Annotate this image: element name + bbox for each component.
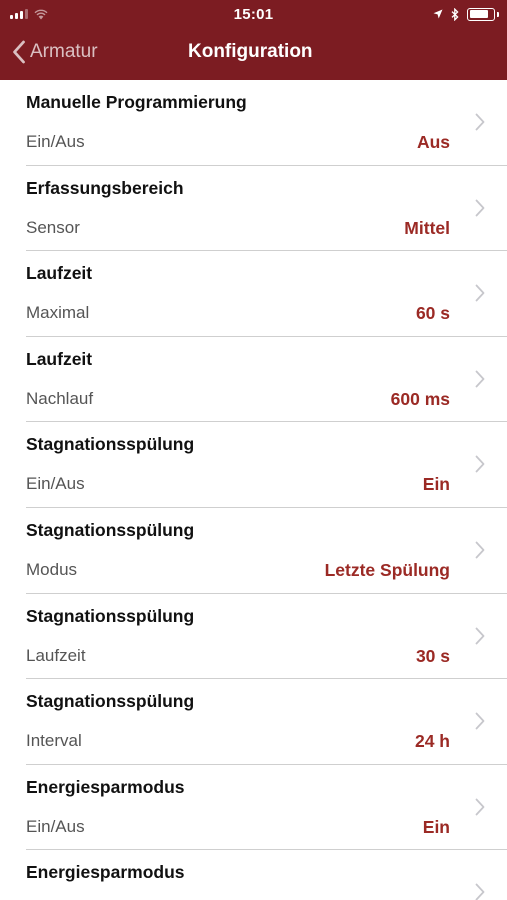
battery-icon bbox=[467, 7, 499, 21]
setting-title: Laufzeit bbox=[26, 348, 93, 369]
page-title: Konfiguration bbox=[188, 41, 313, 62]
chevron-right-icon bbox=[475, 712, 485, 730]
setting-value: Mittel bbox=[404, 217, 450, 238]
setting-label: Laufzeit bbox=[26, 645, 86, 665]
status-right bbox=[433, 7, 499, 21]
settings-row[interactable]: Stagnationsspülung Laufzeit 30 s bbox=[26, 594, 507, 680]
setting-value: Ein bbox=[422, 816, 450, 837]
setting-label: Ein/Aus bbox=[26, 816, 85, 836]
setting-title: Stagnationsspülung bbox=[26, 605, 195, 626]
setting-title: Erfassungsbereich bbox=[26, 177, 184, 198]
setting-label: Ein/Aus bbox=[26, 132, 85, 151]
setting-label: Modus bbox=[26, 559, 78, 579]
setting-title: Stagnationsspülung bbox=[26, 519, 195, 540]
bluetooth-icon bbox=[451, 7, 459, 21]
setting-value: Aus bbox=[416, 132, 450, 152]
status-bar: 15:01 bbox=[0, 0, 507, 30]
settings-list: Manuelle Programmierung Ein/Aus Aus Erfassu… bbox=[0, 80, 507, 900]
setting-value: 24 h bbox=[414, 731, 450, 752]
settings-row[interactable]: Energiesparmodus Ein/Aus Ein bbox=[26, 765, 507, 851]
chevron-right-icon bbox=[475, 455, 485, 473]
settings-row[interactable]: Erfassungsbereich Sensor Mittel bbox=[26, 166, 507, 252]
settings-row[interactable]: Stagnationsspülung Ein/Aus Ein bbox=[26, 422, 507, 508]
setting-value: Ein bbox=[422, 474, 450, 495]
chevron-right-icon bbox=[475, 199, 485, 216]
chevron-right-icon bbox=[475, 798, 485, 816]
status-time: 15:01 bbox=[233, 6, 274, 23]
setting-label: Sensor bbox=[26, 217, 80, 237]
navigation-bar: Armatur Konfiguration bbox=[0, 30, 507, 80]
settings-row[interactable]: Laufzeit Maximal 60 s bbox=[26, 251, 507, 337]
chevron-right-icon bbox=[475, 284, 485, 302]
back-label: Armatur bbox=[30, 41, 98, 62]
location-icon bbox=[433, 9, 443, 19]
setting-title: Laufzeit bbox=[26, 263, 93, 284]
settings-row[interactable]: Laufzeit Nachlauf 600 ms bbox=[26, 337, 507, 423]
setting-label: Maximal bbox=[26, 303, 90, 323]
chevron-right-icon bbox=[475, 627, 485, 644]
setting-title: Stagnationsspülung bbox=[26, 691, 195, 712]
settings-row[interactable]: Stagnationsspülung Modus Letzte Spülung bbox=[26, 508, 507, 594]
setting-value: 60 s bbox=[415, 303, 450, 324]
setting-title: Energiesparmodus bbox=[26, 776, 185, 797]
settings-row[interactable]: Manuelle Programmierung Ein/Aus Aus bbox=[26, 80, 507, 166]
setting-title: Stagnationsspülung bbox=[26, 434, 195, 455]
setting-value: 30 s bbox=[415, 645, 450, 666]
chevron-right-icon bbox=[475, 541, 485, 559]
setting-label: Nachlauf bbox=[26, 388, 94, 408]
settings-row[interactable]: Stagnationsspülung Interval 24 h bbox=[26, 679, 507, 765]
chevron-right-icon bbox=[475, 370, 485, 388]
setting-value: Letzte Spülung bbox=[324, 559, 450, 580]
setting-label: Interval bbox=[26, 731, 82, 751]
setting-label: Ein/Aus bbox=[26, 474, 85, 494]
chevron-right-icon bbox=[475, 883, 485, 900]
back-button[interactable]: Armatur bbox=[12, 30, 98, 74]
setting-value: 600 ms bbox=[390, 388, 450, 409]
chevron-left-icon bbox=[13, 40, 25, 64]
settings-row[interactable]: Energiesparmodus bbox=[26, 850, 507, 900]
setting-title: Manuelle Programmierung bbox=[26, 92, 247, 112]
setting-title: Energiesparmodus bbox=[26, 862, 185, 883]
chevron-right-icon bbox=[475, 113, 485, 131]
